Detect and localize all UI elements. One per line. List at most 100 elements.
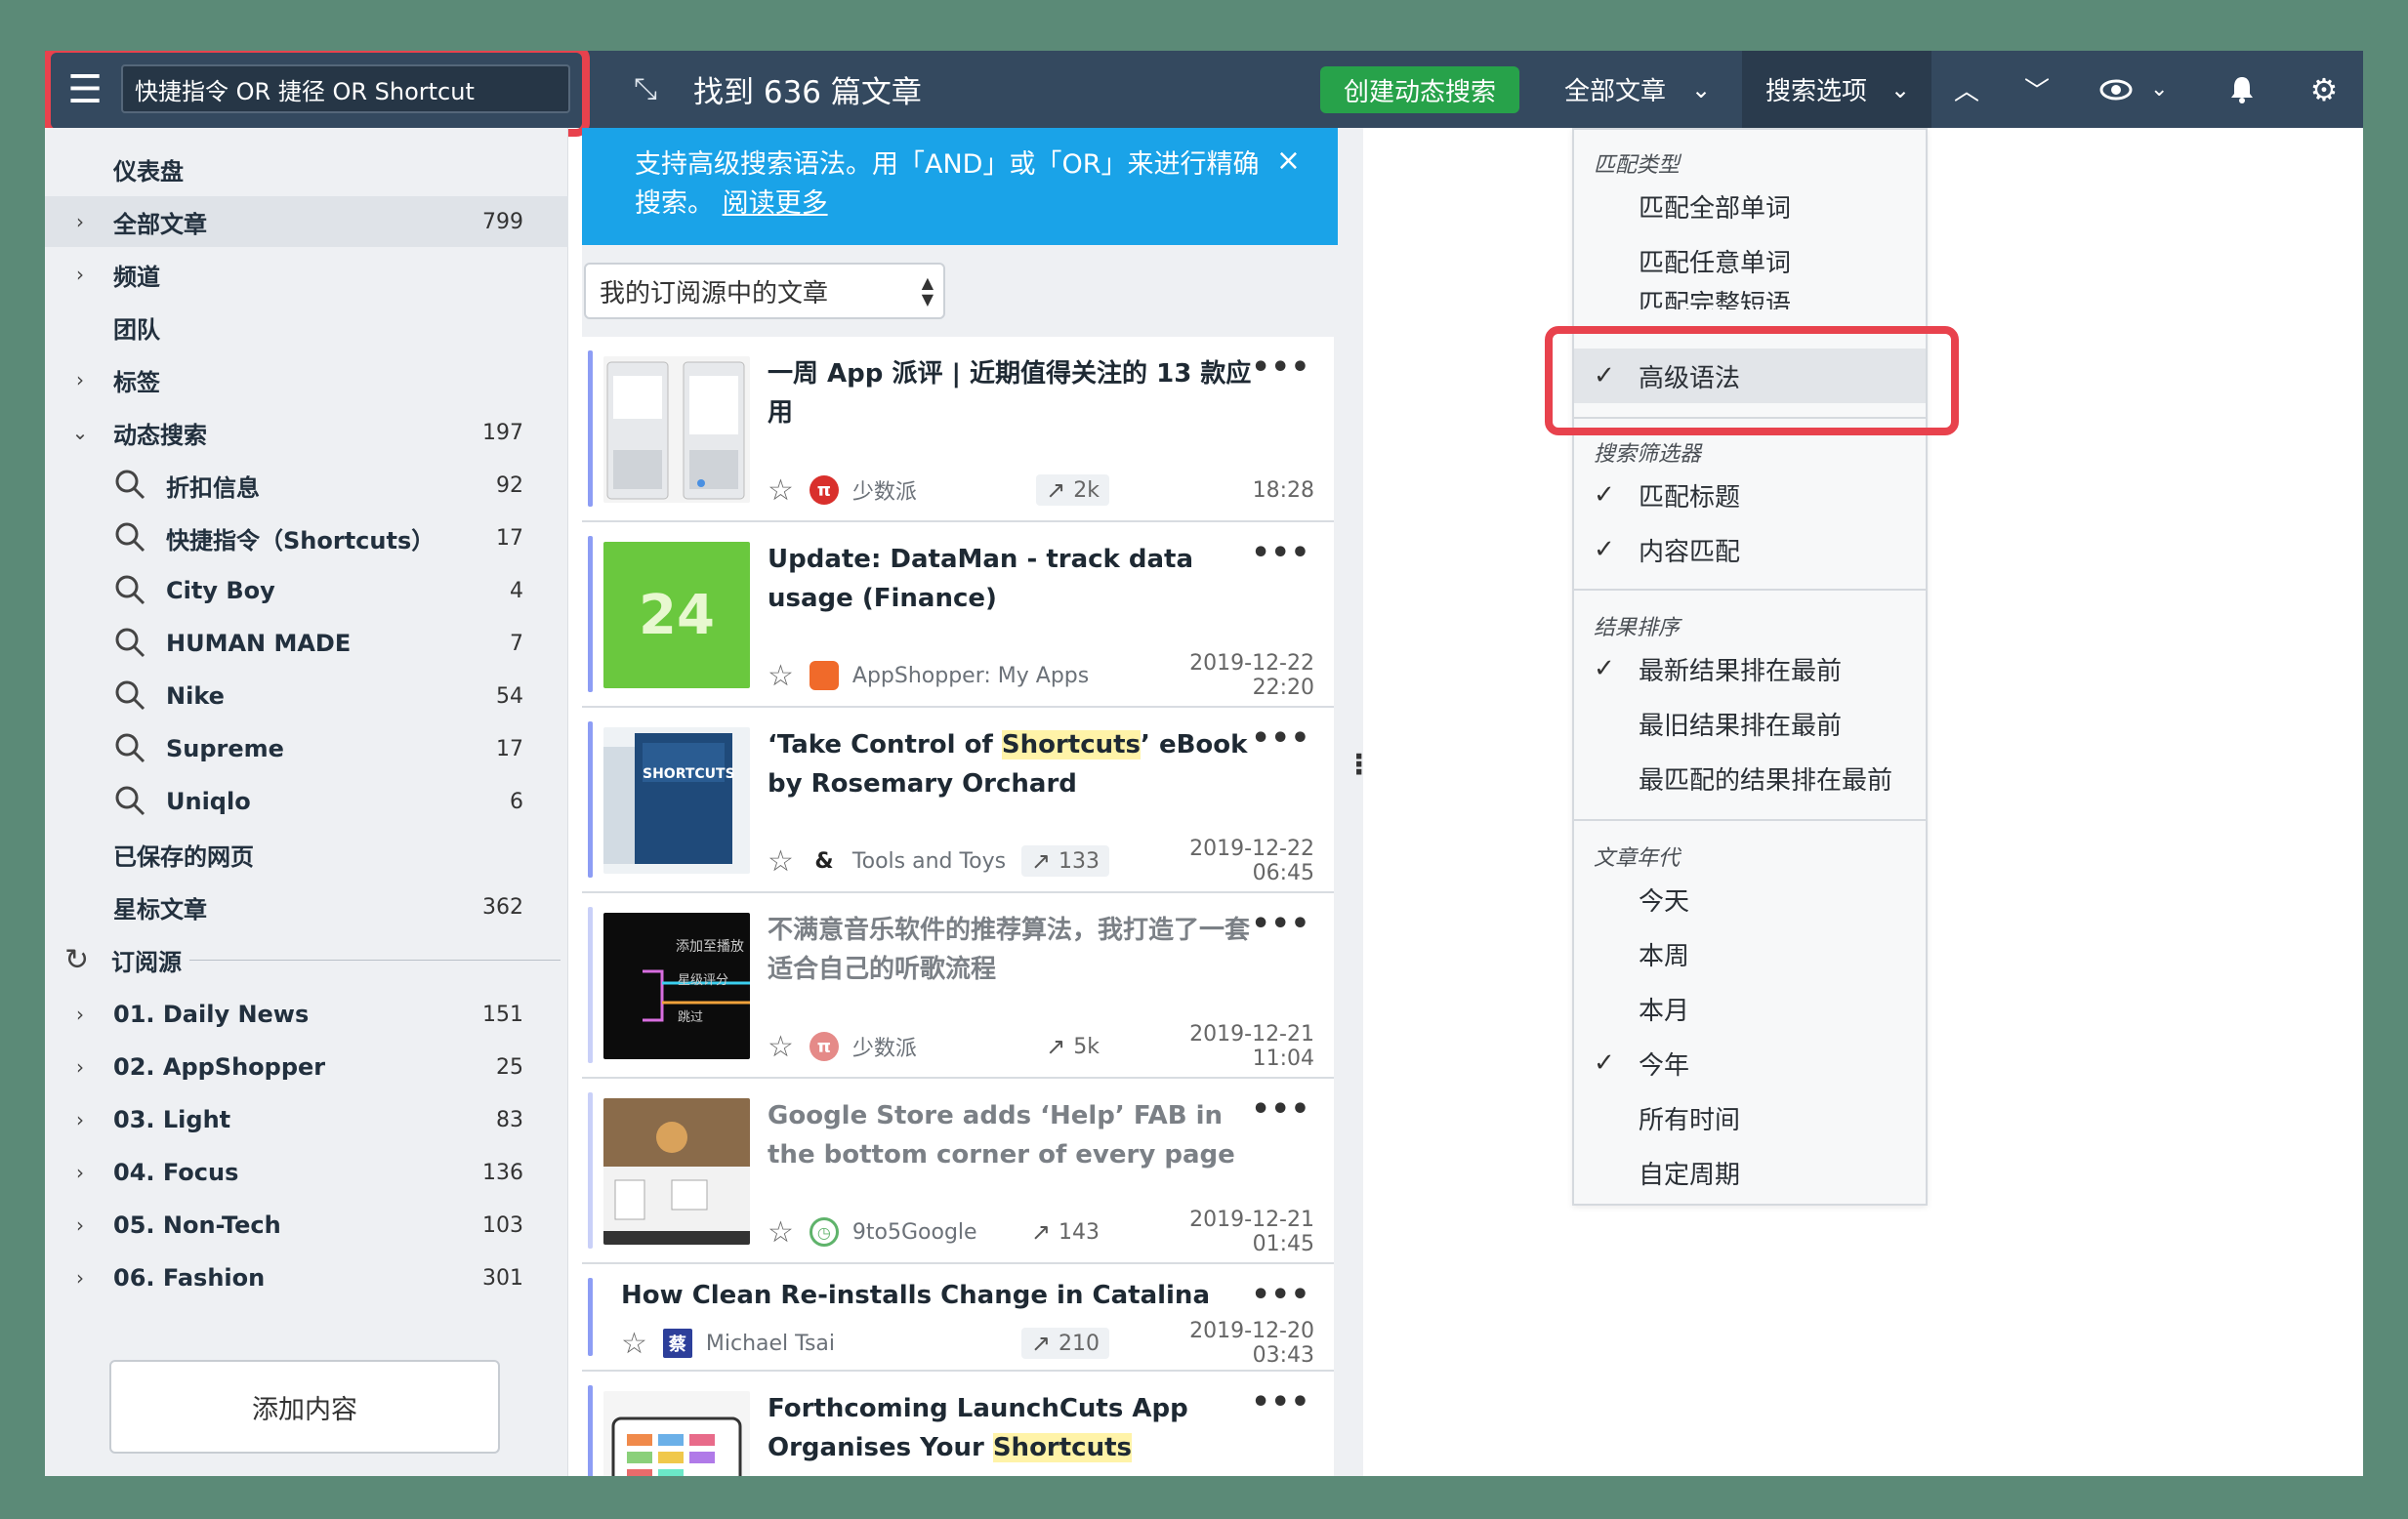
sidebar-item-dashboard[interactable]: 仪表盘: [45, 144, 568, 194]
checkmark-icon: ✓: [1594, 654, 1615, 683]
sidebar-item-teams[interactable]: 团队: [45, 302, 568, 352]
option-match-content[interactable]: ✓ 内容匹配: [1574, 522, 1926, 577]
more-options-icon[interactable]: •••: [1251, 536, 1310, 570]
sidebar-item-feed[interactable]: › 04. Focus 136: [45, 1147, 568, 1198]
sidebar-item-feed[interactable]: › 03. Light 83: [45, 1094, 568, 1145]
sidebar-item-feed[interactable]: › 02. AppShopper 25: [45, 1042, 568, 1092]
collapse-arrows-icon[interactable]: ⤡: [621, 51, 670, 128]
all-articles-filter[interactable]: 全部文章: [1564, 51, 1666, 128]
article-card[interactable]: Google Store adds ‘Help’ FAB in the bott…: [582, 1079, 1334, 1264]
chevron-right-icon[interactable]: ›: [70, 1213, 90, 1237]
chevron-down-icon[interactable]: ⌄: [70, 421, 90, 444]
sidebar-item-all-articles[interactable]: › 全部文章 799: [45, 196, 568, 247]
option-sort-oldest[interactable]: 最旧结果排在最前: [1574, 696, 1926, 751]
search-input[interactable]: [121, 64, 570, 113]
article-card[interactable]: Forthcoming LaunchCuts App Organises You…: [582, 1372, 1334, 1476]
sidebar-search-item[interactable]: HUMAN MADE 7: [45, 618, 568, 669]
option-age-custom[interactable]: 自定周期: [1574, 1145, 1926, 1200]
sidebar-search-item[interactable]: 快捷指令（Shortcuts） 17: [45, 513, 568, 563]
chevron-right-icon[interactable]: ›: [70, 368, 90, 391]
unread-indicator: [588, 1092, 593, 1249]
article-card[interactable]: How Clean Re-installs Change in Catalina…: [582, 1264, 1334, 1372]
chevron-up-icon[interactable]: ︿: [1943, 51, 1990, 128]
refresh-icon[interactable]: ↻: [64, 943, 89, 977]
chevron-right-icon[interactable]: ›: [70, 1108, 90, 1131]
article-card[interactable]: 24 Update: DataMan - track data usage (F…: [582, 522, 1334, 708]
bell-icon[interactable]: [2219, 51, 2265, 128]
star-icon[interactable]: ☆: [768, 1030, 794, 1064]
feeds-section-header: ↻ 订阅源: [45, 934, 568, 985]
chevron-right-icon[interactable]: ›: [70, 1055, 90, 1079]
star-icon[interactable]: ☆: [768, 1215, 794, 1250]
star-icon[interactable]: ☆: [768, 473, 794, 508]
chevron-right-icon[interactable]: ›: [70, 1003, 90, 1026]
more-options-icon[interactable]: •••: [1251, 721, 1310, 756]
more-options-icon[interactable]: •••: [1251, 1092, 1310, 1127]
chevron-right-icon[interactable]: ›: [70, 1266, 90, 1290]
article-card[interactable]: SHORTCUTS ‘Take Control of Shortcuts’ eB…: [582, 708, 1334, 893]
option-match-any[interactable]: 匹配任意单词: [1574, 233, 1926, 288]
article-title[interactable]: 不满意音乐软件的推荐算法，我打造了一套适合自己的听歌流程: [768, 911, 1256, 989]
more-options-icon[interactable]: •••: [1251, 1385, 1310, 1419]
sidebar-item-channels[interactable]: › 频道: [45, 249, 568, 300]
unread-indicator: [588, 1385, 593, 1476]
option-sort-newest[interactable]: ✓ 最新结果排在最前: [1574, 641, 1926, 696]
article-card[interactable]: 一周 App 派评 | 近期值得关注的 13 款应用 ••• ☆ π 少数派 ↗…: [582, 337, 1334, 522]
unread-indicator: [588, 721, 593, 878]
read-more-link[interactable]: 阅读更多: [723, 188, 828, 219]
option-match-title[interactable]: ✓ 匹配标题: [1574, 468, 1926, 522]
search-options-button[interactable]: 搜索选项: [1765, 51, 1867, 128]
create-dynamic-search-button[interactable]: 创建动态搜索: [1320, 66, 1519, 113]
popularity-badge: ↗ 5k: [1046, 1033, 1100, 1060]
option-match-all[interactable]: 匹配全部单词: [1574, 179, 1926, 233]
star-icon[interactable]: ☆: [768, 659, 794, 693]
sidebar-search-item[interactable]: Uniqlo 6: [45, 776, 568, 827]
close-icon[interactable]: ×: [1276, 142, 1301, 181]
option-age-week[interactable]: 本周: [1574, 926, 1926, 981]
chevron-down-icon[interactable]: ⌄: [1890, 51, 1910, 128]
option-age-year[interactable]: ✓ 今年: [1574, 1036, 1926, 1090]
chevron-right-icon[interactable]: ›: [70, 1161, 90, 1184]
sidebar-search-item[interactable]: 折扣信息 92: [45, 460, 568, 511]
star-icon[interactable]: ☆: [768, 844, 794, 879]
source-select[interactable]: 我的订阅源中的文章 ▲ ▼: [584, 263, 945, 319]
chevron-right-icon[interactable]: ›: [70, 210, 90, 233]
sidebar-item-saved-pages[interactable]: 已保存的网页: [45, 829, 568, 880]
option-age-month[interactable]: 本月: [1574, 981, 1926, 1036]
add-content-button[interactable]: 添加内容: [109, 1360, 500, 1454]
match-type-header: 匹配类型: [1594, 153, 1681, 178]
article-title[interactable]: ‘Take Control of Shortcuts’ eBook by Ros…: [768, 725, 1256, 803]
sidebar-item-feed[interactable]: › 05. Non-Tech 103: [45, 1200, 568, 1251]
sidebar-item-feed[interactable]: › 01. Daily News 151: [45, 989, 568, 1040]
more-options-icon[interactable]: •••: [1251, 350, 1310, 385]
option-age-today[interactable]: 今天: [1574, 872, 1926, 926]
sidebar-item-dynamic-search[interactable]: ⌄ 动态搜索 197: [45, 407, 568, 458]
article-title[interactable]: Forthcoming LaunchCuts App Organises You…: [768, 1389, 1256, 1467]
star-icon[interactable]: ☆: [621, 1327, 647, 1361]
sidebar-item-starred[interactable]: 星标文章 362: [45, 882, 568, 932]
sidebar-item-tags[interactable]: › 标签: [45, 354, 568, 405]
sidebar-search-item[interactable]: Supreme 17: [45, 723, 568, 774]
chevron-down-icon[interactable]: ⌄: [2150, 51, 2168, 128]
article-title[interactable]: How Clean Re-installs Change in Catalina: [621, 1276, 1256, 1315]
article-title[interactable]: Google Store adds ‘Help’ FAB in the bott…: [768, 1096, 1256, 1174]
trend-up-icon: ↗: [1046, 1033, 1066, 1060]
more-options-icon[interactable]: •••: [1251, 907, 1310, 941]
option-age-all-time[interactable]: 所有时间: [1574, 1090, 1926, 1145]
pane-resize-handle[interactable]: · · ·: [1353, 743, 1364, 788]
chevron-right-icon[interactable]: ›: [70, 263, 90, 286]
article-card[interactable]: 添加至播放 星级评分 跳过 不满意音乐软件的推荐算法，我打造了一套适合自己的听歌…: [582, 893, 1334, 1079]
chevron-down-icon[interactable]: ﹀: [2014, 51, 2060, 128]
more-options-icon[interactable]: •••: [1251, 1278, 1310, 1312]
article-title[interactable]: 一周 App 派评 | 近期值得关注的 13 款应用: [768, 354, 1256, 432]
option-match-phrase[interactable]: 匹配完整短语: [1574, 288, 1926, 309]
sidebar-item-feed[interactable]: › 06. Fashion 301: [45, 1252, 568, 1303]
article-title[interactable]: Update: DataMan - track data usage (Fina…: [768, 540, 1256, 618]
sidebar-search-item[interactable]: City Boy 4: [45, 565, 568, 616]
sidebar-search-item[interactable]: Nike 54: [45, 671, 568, 721]
eye-icon[interactable]: [2099, 51, 2133, 128]
hamburger-menu-icon[interactable]: ☰: [61, 51, 109, 128]
gear-icon[interactable]: ⚙: [2301, 51, 2347, 128]
chevron-down-icon[interactable]: ⌄: [1691, 51, 1711, 128]
option-sort-best-match[interactable]: 最匹配的结果排在最前: [1574, 751, 1926, 805]
